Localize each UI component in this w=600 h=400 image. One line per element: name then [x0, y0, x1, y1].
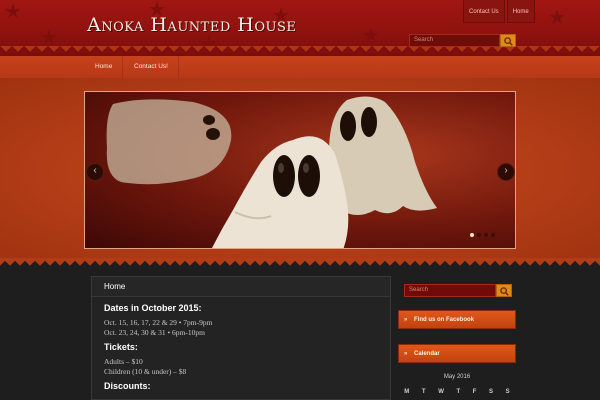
page-title: Home [92, 277, 390, 297]
main-content: Home Dates in October 2015: Oct. 15, 16,… [91, 276, 391, 400]
header-search-form: Search [409, 34, 516, 47]
discounts-heading: Discounts: [104, 381, 151, 391]
slider-next-button[interactable]: › [497, 163, 515, 181]
bullet-arrow-icon: » [404, 317, 408, 323]
slider-dot[interactable] [470, 233, 474, 237]
calendar-weekday: F [472, 389, 477, 395]
calendar-weekday: S [505, 389, 510, 395]
ticket-price: Children (10 & under) – $8 [104, 367, 187, 376]
chevron-left-icon: ‹ [93, 165, 97, 176]
dates-line: Oct. 23, 24, 30 & 31 • 6pm-10pm [104, 328, 205, 337]
slider-prev-button[interactable]: ‹ [86, 163, 104, 181]
nav-item-contact-us[interactable]: Contact Us! [124, 56, 179, 78]
image-slider[interactable] [84, 91, 516, 249]
bullet-arrow-icon: » [404, 351, 408, 357]
calendar-weekday: M [404, 389, 410, 395]
header-divider [0, 46, 600, 56]
header-search-input[interactable]: Search [409, 34, 500, 47]
top-link-contact-us[interactable]: Contact Us [463, 0, 505, 23]
ticket-price: Adults – $10 [104, 357, 143, 366]
calendar-weekday: T [421, 389, 426, 395]
slider-pagination [470, 233, 498, 237]
star-decoration-icon: ★ [4, 1, 22, 23]
nav-item-home[interactable]: Home [85, 56, 124, 78]
slider-dot[interactable] [484, 233, 488, 237]
calendar-month: May 2016 [443, 374, 471, 380]
dates-line: Oct. 15, 16, 17, 22 & 29 • 7pm-9pm [104, 318, 213, 327]
chevron-right-icon: › [504, 165, 508, 176]
content-body: Dates in October 2015: Oct. 15, 16, 17, … [92, 297, 390, 397]
calendar-weekday: S [489, 389, 494, 395]
sidebar-search-button[interactable] [496, 284, 512, 297]
star-decoration-icon: ★ [40, 27, 58, 49]
main-navigation: Home Contact Us! [0, 56, 600, 79]
dates-heading: Dates in October 2015: [104, 303, 202, 313]
widget-calendar[interactable]: » Calendar [398, 344, 516, 363]
slider-dot[interactable] [477, 233, 481, 237]
ghosts-slide-image [106, 96, 437, 248]
calendar-weekday-row: M T W T F S S [398, 389, 516, 395]
top-links: Contact Us Home [463, 0, 535, 23]
search-icon [500, 287, 509, 296]
tickets-heading: Tickets: [104, 342, 138, 352]
header-search-button[interactable] [500, 34, 516, 47]
calendar-weekday: T [456, 389, 461, 395]
search-icon [504, 37, 513, 46]
sidebar-search-input[interactable]: Search [404, 284, 496, 297]
widget-title: Find us on Facebook [414, 317, 475, 323]
widget-title: Calendar [414, 351, 440, 357]
calendar-weekday: W [438, 389, 444, 395]
site-logo-title[interactable]: Anoka Haunted House [87, 14, 296, 36]
star-decoration-icon: ★ [362, 25, 380, 47]
top-link-home[interactable]: Home [506, 0, 535, 23]
slider-dot[interactable] [491, 233, 495, 237]
zigzag-divider [0, 258, 600, 272]
sidebar-search-form: Search [404, 284, 512, 297]
widget-facebook[interactable]: » Find us on Facebook [398, 310, 516, 329]
star-decoration-icon: ★ [548, 7, 566, 29]
